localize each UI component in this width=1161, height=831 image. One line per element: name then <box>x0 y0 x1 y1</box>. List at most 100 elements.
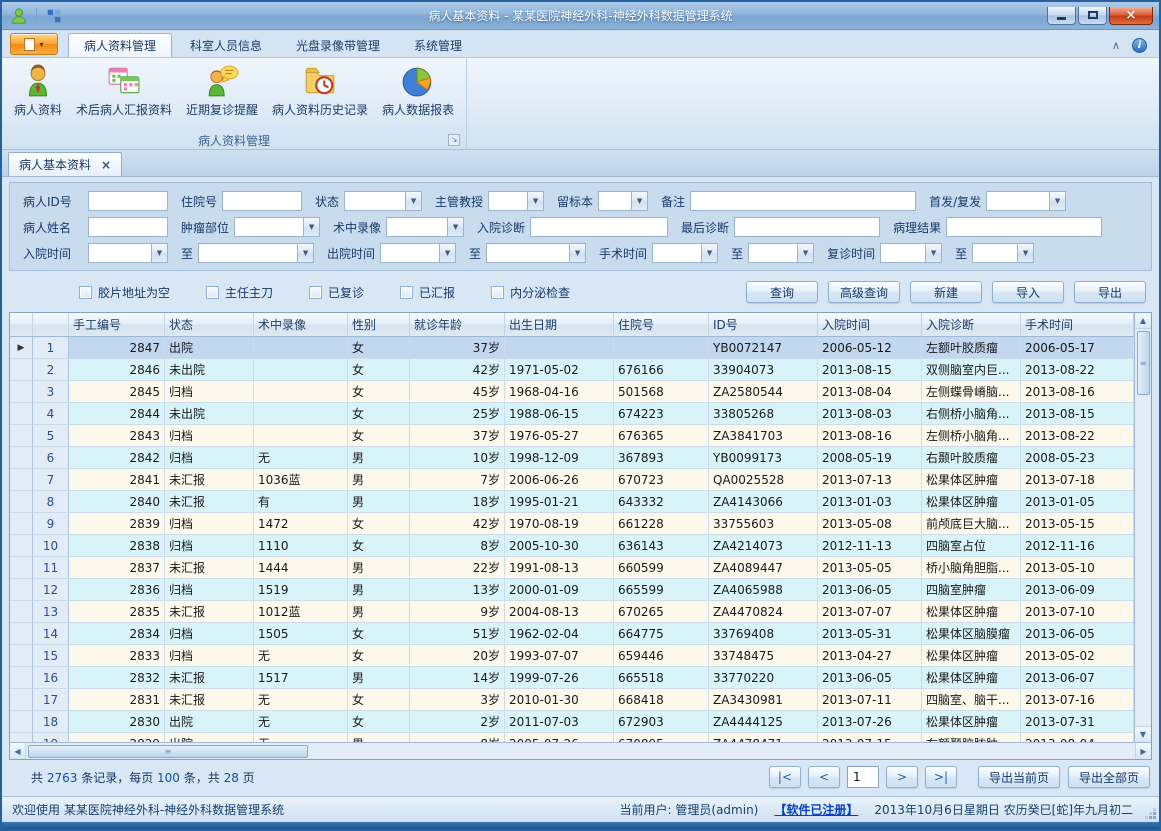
revisit-date-from[interactable]: ▼ <box>880 243 942 263</box>
table-cell[interactable]: 8岁 <box>410 733 505 742</box>
table-cell[interactable]: 无 <box>254 733 348 742</box>
table-cell[interactable]: 2006-06-26 <box>505 469 614 491</box>
table-cell[interactable]: 右颞叶胶质瘤 <box>922 447 1021 469</box>
discharge-date-to[interactable]: ▼ <box>486 243 586 263</box>
patient-name-input[interactable] <box>88 217 168 237</box>
table-cell[interactable]: 1991-08-13 <box>505 557 614 579</box>
table-cell[interactable]: 2013-08-04 <box>1021 733 1134 742</box>
table-cell[interactable]: 9岁 <box>410 601 505 623</box>
column-header[interactable]: 手工编号 <box>69 313 165 336</box>
table-cell[interactable]: 2012-11-16 <box>1021 535 1134 557</box>
table-cell[interactable]: 2013-07-10 <box>1021 601 1134 623</box>
table-row[interactable]: 32845归档女45岁1968-04-16501568ZA25805442013… <box>10 381 1134 403</box>
table-row[interactable]: 182830出院无女2岁2011-07-03672903ZA4444125201… <box>10 711 1134 733</box>
table-cell[interactable]: ZA3841703 <box>709 425 818 447</box>
table-cell[interactable]: 1971-05-02 <box>505 359 614 381</box>
table-cell[interactable]: 2013-08-04 <box>818 381 922 403</box>
export-all-pages-button[interactable]: 导出全部页 <box>1068 766 1150 788</box>
table-cell[interactable]: 2829 <box>69 733 165 742</box>
table-cell[interactable]: 松果体区肿瘤 <box>922 667 1021 689</box>
admit-date-from[interactable]: ▼ <box>88 243 168 263</box>
intraop-video-select[interactable]: ▼ <box>386 217 464 237</box>
table-cell[interactable]: 男 <box>348 557 410 579</box>
row-selector-cell[interactable] <box>10 667 33 689</box>
last-page-button[interactable]: >| <box>925 766 957 788</box>
row-selector-cell[interactable] <box>10 447 33 469</box>
table-row[interactable]: 142834归档1505女51岁1962-02-0466477533769408… <box>10 623 1134 645</box>
export-current-page-button[interactable]: 导出当前页 <box>978 766 1060 788</box>
table-cell[interactable]: 2839 <box>69 513 165 535</box>
table-cell[interactable]: 1036蓝 <box>254 469 348 491</box>
table-cell[interactable]: 无 <box>254 711 348 733</box>
table-cell[interactable] <box>254 337 348 359</box>
table-cell[interactable]: 1988-06-15 <box>505 403 614 425</box>
pathology-result-input[interactable] <box>946 217 1102 237</box>
dialog-launcher-icon[interactable]: ↘ <box>448 134 460 146</box>
table-cell[interactable]: 2岁 <box>410 711 505 733</box>
patient-id-input[interactable] <box>88 191 168 211</box>
table-cell[interactable]: 659446 <box>614 645 709 667</box>
table-cell[interactable]: 左侧桥小脑角... <box>922 425 1021 447</box>
next-page-button[interactable]: > <box>886 766 918 788</box>
chevron-down-icon[interactable]: ▼ <box>303 218 319 236</box>
horizontal-scrollbar[interactable]: ◀ ≡ ▶ <box>10 742 1151 759</box>
table-cell[interactable]: 出院 <box>165 711 254 733</box>
table-cell[interactable]: 2011-07-03 <box>505 711 614 733</box>
table-cell[interactable]: 2013-05-02 <box>1021 645 1134 667</box>
table-cell[interactable]: 女 <box>348 403 410 425</box>
table-cell[interactable]: 1444 <box>254 557 348 579</box>
table-cell[interactable]: 33904073 <box>709 359 818 381</box>
table-cell[interactable]: 左侧蝶骨嵴脑... <box>922 381 1021 403</box>
table-cell[interactable]: ZA4470824 <box>709 601 818 623</box>
table-cell[interactable]: 2844 <box>69 403 165 425</box>
table-cell[interactable]: 2013-08-22 <box>1021 359 1134 381</box>
table-cell[interactable]: 2845 <box>69 381 165 403</box>
table-cell[interactable]: 45岁 <box>410 381 505 403</box>
quick-access-icon[interactable] <box>45 7 63 25</box>
table-cell[interactable]: 668418 <box>614 689 709 711</box>
column-header[interactable]: 状态 <box>165 313 254 336</box>
table-cell[interactable]: 2013-08-15 <box>818 359 922 381</box>
table-cell[interactable]: 670723 <box>614 469 709 491</box>
table-cell[interactable]: 1968-04-16 <box>505 381 614 403</box>
table-cell[interactable]: 未出院 <box>165 403 254 425</box>
table-cell[interactable]: 2835 <box>69 601 165 623</box>
table-cell[interactable]: 2000-01-09 <box>505 579 614 601</box>
specimen-select[interactable]: ▼ <box>598 191 648 211</box>
surgery-date-from[interactable]: ▼ <box>652 243 718 263</box>
table-cell[interactable]: ZA3430981 <box>709 689 818 711</box>
row-selector-cell[interactable] <box>10 381 33 403</box>
table-cell[interactable]: 25岁 <box>410 403 505 425</box>
professor-select[interactable]: ▼ <box>488 191 544 211</box>
registered-link[interactable]: 【软件已注册】 <box>774 801 858 818</box>
chevron-down-icon[interactable]: ▼ <box>797 244 813 262</box>
table-cell[interactable]: 女 <box>348 381 410 403</box>
table-row[interactable]: 152833归档无女20岁1993-07-0765944633748475201… <box>10 645 1134 667</box>
table-cell[interactable]: 367893 <box>614 447 709 469</box>
surgery-date-to[interactable]: ▼ <box>748 243 814 263</box>
table-cell[interactable]: 归档 <box>165 579 254 601</box>
table-cell[interactable]: 左额叶胶质瘤 <box>922 337 1021 359</box>
table-cell[interactable]: 2846 <box>69 359 165 381</box>
table-cell[interactable]: 归档 <box>165 425 254 447</box>
table-cell[interactable]: 2841 <box>69 469 165 491</box>
table-cell[interactable]: 674223 <box>614 403 709 425</box>
table-cell[interactable]: 女 <box>348 689 410 711</box>
table-cell[interactable]: 22岁 <box>410 557 505 579</box>
table-cell[interactable] <box>254 403 348 425</box>
table-row[interactable]: 92839归档1472女42岁1970-08-19661228337556032… <box>10 513 1134 535</box>
chevron-down-icon[interactable]: ▼ <box>631 192 647 210</box>
scroll-up-icon[interactable]: ▲ <box>1135 313 1151 329</box>
column-header[interactable]: 出生日期 <box>505 313 614 336</box>
filter-checkbox[interactable]: 主任主刀 <box>206 284 273 301</box>
table-cell[interactable]: 松果体区脑膜瘤 <box>922 623 1021 645</box>
table-cell[interactable] <box>254 359 348 381</box>
table-cell[interactable]: 2013-08-22 <box>1021 425 1134 447</box>
table-cell[interactable]: 未汇报 <box>165 469 254 491</box>
table-cell[interactable]: 33769408 <box>709 623 818 645</box>
table-cell[interactable]: 女 <box>348 711 410 733</box>
table-cell[interactable]: 男 <box>348 667 410 689</box>
table-cell[interactable]: 2847 <box>69 337 165 359</box>
minimize-button[interactable] <box>1047 7 1076 25</box>
advanced-query-button[interactable]: 高级查询 <box>828 281 900 303</box>
